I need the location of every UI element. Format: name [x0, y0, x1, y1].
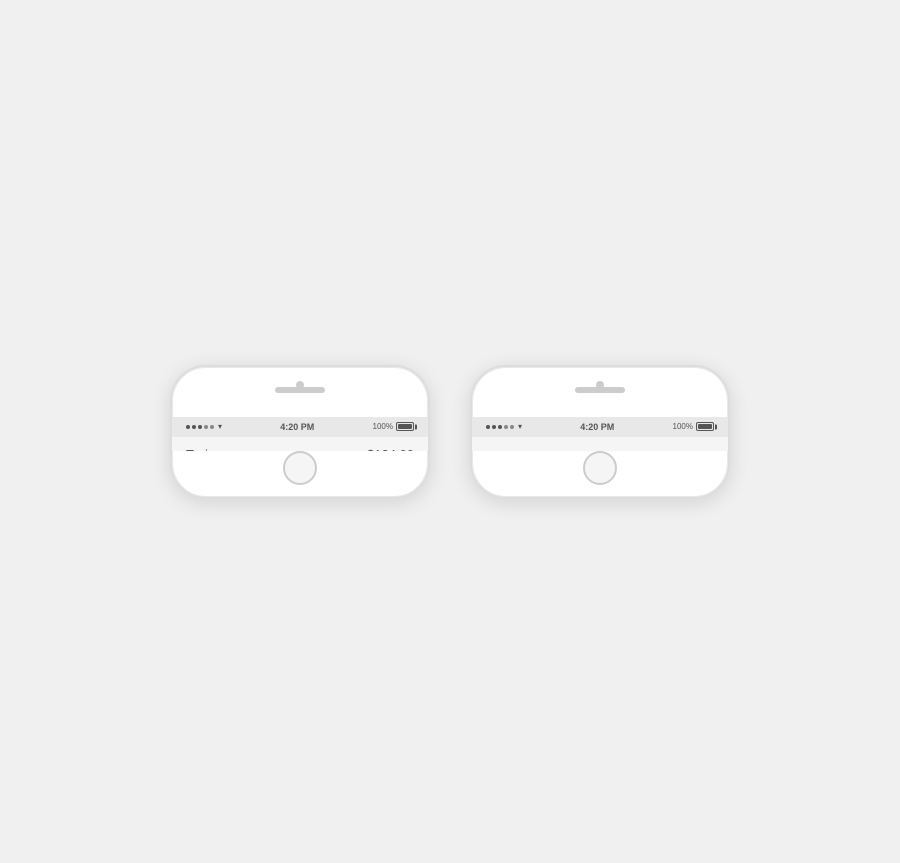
product-name-trainer: Trainer: [186, 447, 227, 451]
phone-speaker-2: [575, 387, 625, 393]
phone-product-list: ▾ 4:20 PM 100% Trainer $124.00: [170, 365, 430, 499]
status-left: ▾: [186, 422, 222, 431]
status-time-2: 4:20 PM: [580, 422, 614, 432]
dot2: [192, 425, 196, 429]
home-button-1[interactable]: [283, 451, 317, 485]
signal-dots: [186, 425, 214, 429]
battery-fill-1: [398, 424, 412, 429]
dot3b: [498, 425, 502, 429]
battery-percent-1: 100%: [373, 422, 393, 431]
phones-container: ▾ 4:20 PM 100% Trainer $124.00: [150, 325, 750, 539]
dot4: [204, 425, 208, 429]
screen-product-list: Trainer $124.00: [172, 437, 428, 451]
dot5b: [510, 425, 514, 429]
status-right-2: 100%: [673, 422, 714, 431]
status-left-2: ▾: [486, 422, 522, 431]
dot4b: [504, 425, 508, 429]
product-item-trainer: Trainer $124.00: [172, 437, 428, 451]
dot1b: [486, 425, 490, 429]
wifi-icon-2: ▾: [518, 422, 522, 431]
wifi-icon: ▾: [218, 422, 222, 431]
battery-icon-2: [696, 422, 714, 431]
status-bar-1: ▾ 4:20 PM 100%: [172, 417, 428, 437]
phone-speaker: [275, 387, 325, 393]
battery-icon-1: [396, 422, 414, 431]
screen-checkout: CHECKOUT: [472, 437, 728, 451]
status-time-1: 4:20 PM: [280, 422, 314, 432]
product-price-trainer: $124.00: [367, 447, 414, 451]
dot2b: [492, 425, 496, 429]
dot3: [198, 425, 202, 429]
status-right-1: 100%: [373, 422, 414, 431]
signal-dots-2: [486, 425, 514, 429]
dot1: [186, 425, 190, 429]
battery-fill-2: [698, 424, 712, 429]
phone-checkout: ▾ 4:20 PM 100% CHECKOUT: [470, 365, 730, 499]
dot5: [210, 425, 214, 429]
status-bar-2: ▾ 4:20 PM 100%: [472, 417, 728, 437]
checkout-title: CHECKOUT: [472, 437, 728, 451]
home-button-2[interactable]: [583, 451, 617, 485]
battery-percent-2: 100%: [673, 422, 693, 431]
